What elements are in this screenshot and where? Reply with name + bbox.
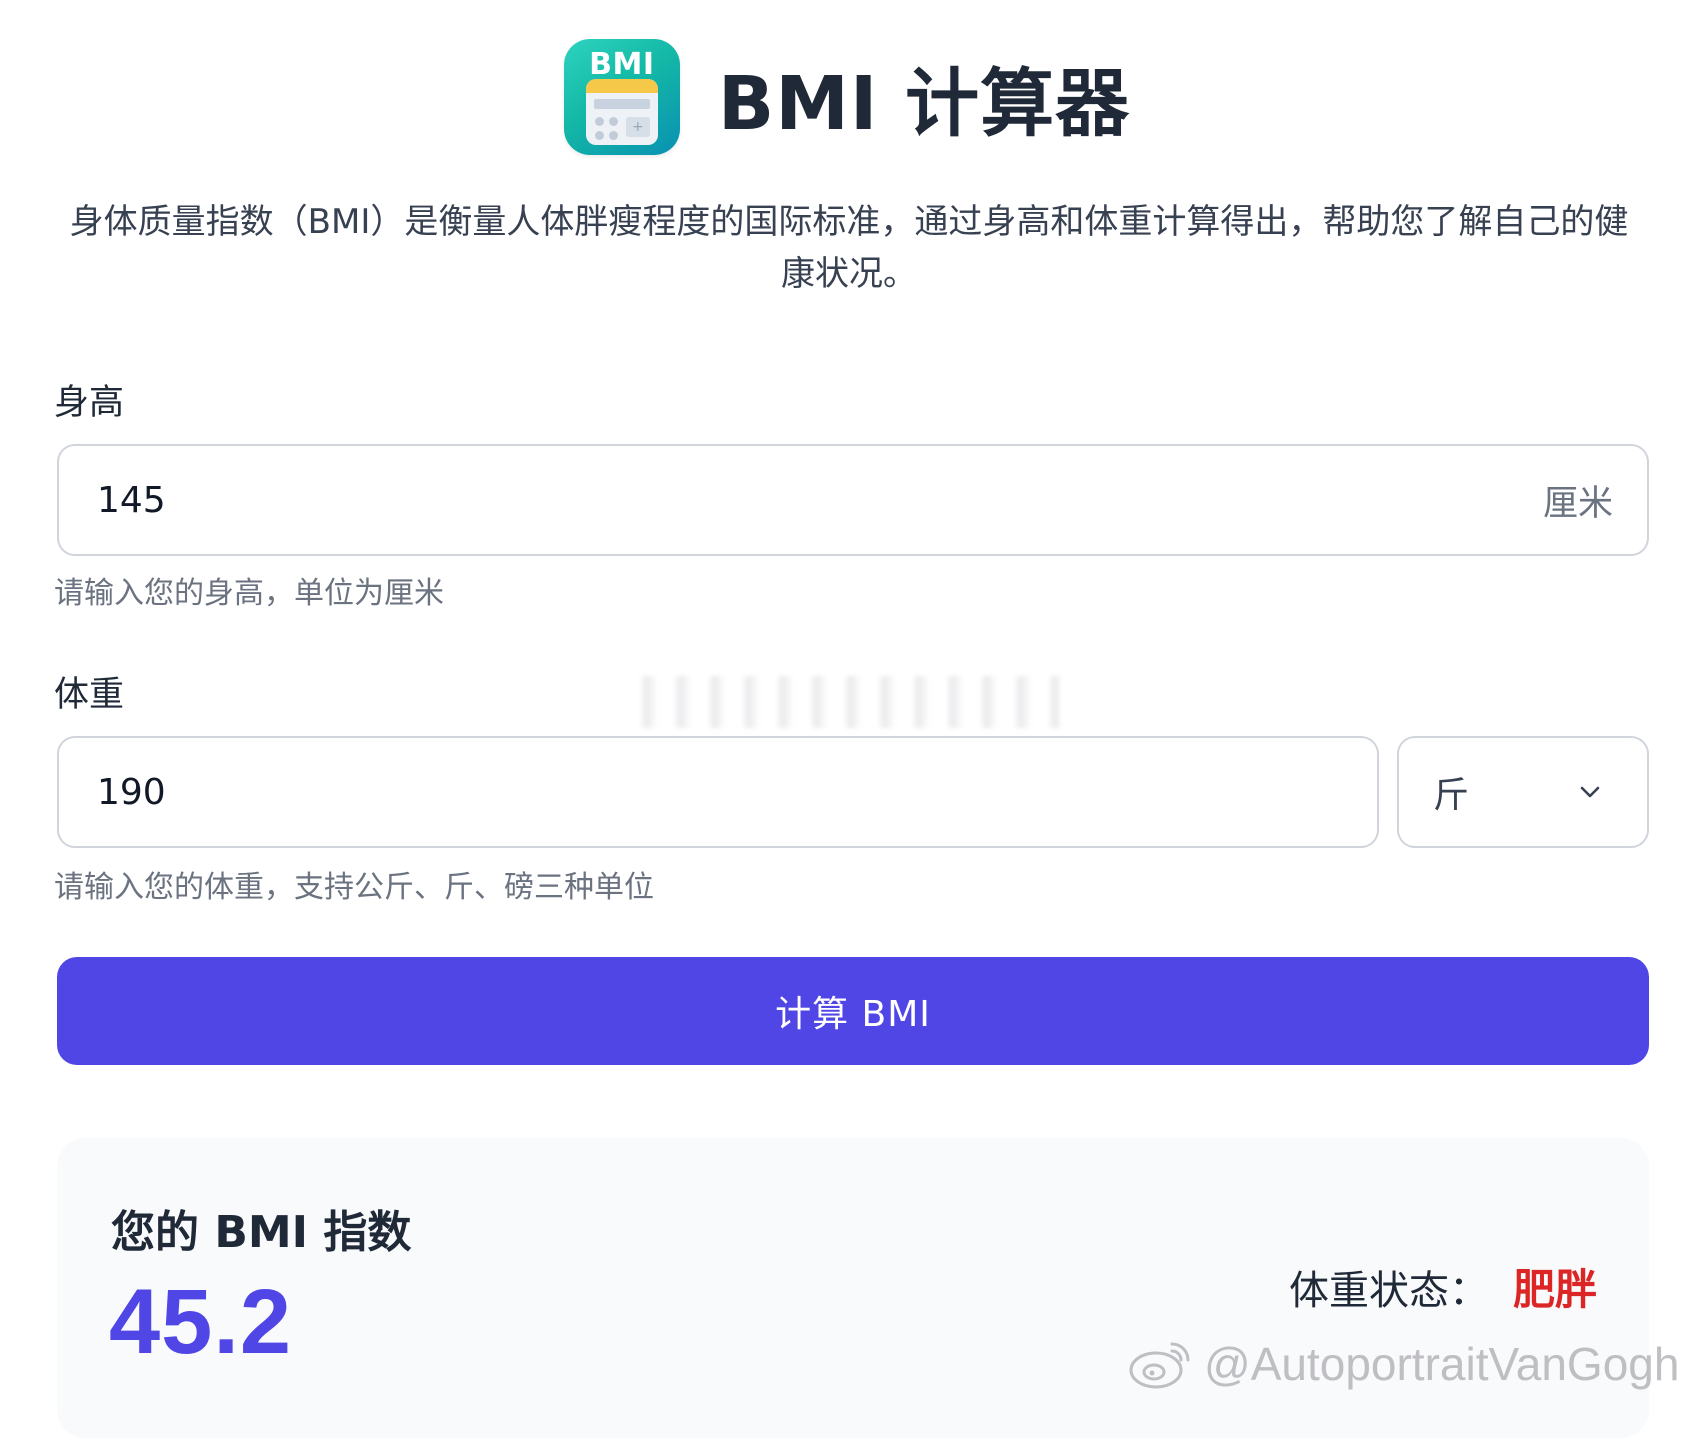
watermark: @AutoportraitVanGogh bbox=[1128, 1332, 1679, 1396]
weight-unit-selected: 斤 bbox=[1433, 775, 1470, 816]
result-title: 您的 BMI 指数 bbox=[111, 1207, 412, 1258]
calculate-bmi-button[interactable]: 计算 BMI bbox=[57, 957, 1649, 1065]
weight-status-value: 肥胖 bbox=[1512, 1265, 1597, 1314]
weight-input[interactable]: 190 bbox=[57, 736, 1379, 848]
app-icon-label: BMI bbox=[589, 47, 655, 82]
intro-text: 身体质量指数（BMI）是衡量人体胖瘦程度的国际标准，通过身高和体重计算得出，帮助… bbox=[69, 202, 1629, 294]
page-title: BMI 计算器 bbox=[717, 60, 1131, 147]
weibo-logo-icon bbox=[1129, 1342, 1190, 1389]
watermark-text: @AutoportraitVanGogh bbox=[1204, 1338, 1680, 1390]
app-header: BMI + BMI 计算器 bbox=[0, 38, 1694, 156]
height-input[interactable]: 145 厘米 bbox=[57, 444, 1649, 556]
calculator-glyph: + bbox=[585, 79, 658, 145]
weight-hint: 请输入您的体重，支持公斤、斤、磅三种单位 bbox=[54, 870, 654, 905]
weight-label: 体重 bbox=[54, 675, 125, 715]
bmi-value: 45.2 bbox=[109, 1271, 293, 1373]
height-label: 身高 bbox=[54, 383, 125, 423]
height-hint: 请输入您的身高，单位为厘米 bbox=[54, 576, 444, 611]
chevron-down-icon bbox=[1580, 786, 1600, 798]
bmi-calculator-icon: BMI + bbox=[563, 39, 680, 155]
bmi-calculator-page: BMI + BMI 计算器 身体质量指数（BMI）是衡量人体胖瘦程度的国际标准，… bbox=[0, 0, 1694, 1438]
weight-unit-select[interactable]: 斤 bbox=[1397, 736, 1649, 848]
watermark-smudge bbox=[640, 676, 1060, 728]
weight-input-value: 190 bbox=[97, 771, 166, 813]
weight-status-label: 体重状态： bbox=[1288, 1267, 1489, 1314]
weight-status: 体重状态： 肥胖 bbox=[1289, 1256, 1597, 1317]
height-input-value: 145 bbox=[97, 479, 166, 521]
height-unit-label: 厘米 bbox=[1542, 483, 1613, 524]
